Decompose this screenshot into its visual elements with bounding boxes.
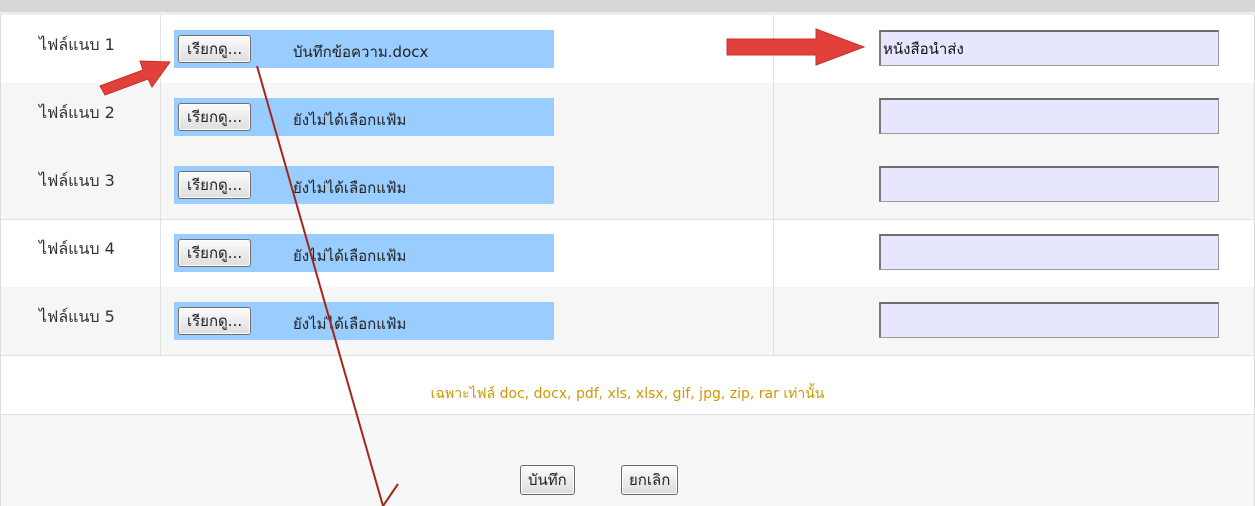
browse-button[interactable]: เรียกดู... [178,171,252,199]
attachment-label-cell: ไฟล์แนบ 5 [1,287,161,355]
attachment-label: ไฟล์แนบ 2 [39,103,115,122]
attachment-label-cell: ไฟล์แนบ 4 [1,219,161,287]
window-top-border [0,0,1255,12]
attachment-form: ไฟล์แนบ 1 เรียกดู... บันทึกข้อความ.docx … [0,15,1255,506]
file-picker[interactable]: เรียกดู... ยังไม่ได้เลือกแฟ้ม [174,98,554,136]
attachment-label: ไฟล์แนบ 3 [39,171,115,190]
allowed-file-types-row: เฉพาะไฟล์ doc, docx, pdf, xls, xlsx, gif… [1,359,1254,415]
attachment-label: ไฟล์แนบ 4 [39,239,115,258]
allowed-file-types-note: เฉพาะไฟล์ doc, docx, pdf, xls, xlsx, gif… [430,386,825,402]
file-picker[interactable]: เรียกดู... ยังไม่ได้เลือกแฟ้ม [174,234,554,272]
attachment-label-cell: ไฟล์แนบ 3 [1,151,161,219]
attachment-description-input-3[interactable] [879,166,1219,202]
file-picker[interactable]: เรียกดู... ยังไม่ได้เลือกแฟ้ม [174,166,554,204]
selected-file-name: ยังไม่ได้เลือกแฟ้ม [293,315,407,333]
attachment-description-input-2[interactable] [879,98,1219,134]
selected-file-name: ยังไม่ได้เลือกแฟ้ม [293,247,407,265]
selected-file-name: ยังไม่ได้เลือกแฟ้ม [293,111,407,129]
attachment-file-cell: เรียกดู... บันทึกข้อความ.docx [161,15,774,83]
attachment-file-cell: เรียกดู... ยังไม่ได้เลือกแฟ้ม [161,287,774,355]
selected-file-name: ยังไม่ได้เลือกแฟ้ม [293,179,407,197]
save-button[interactable]: บันทึก [520,465,575,495]
attachment-description-input-5[interactable] [879,302,1219,338]
attachment-label-cell: ไฟล์แนบ 2 [1,83,161,151]
browse-button[interactable]: เรียกดู... [178,307,252,335]
file-picker[interactable]: เรียกดู... ยังไม่ได้เลือกแฟ้ม [174,302,554,340]
attachment-file-cell: เรียกดู... ยังไม่ได้เลือกแฟ้ม [161,151,774,219]
attachment-label: ไฟล์แนบ 1 [39,35,115,54]
attachment-file-cell: เรียกดู... ยังไม่ได้เลือกแฟ้ม [161,83,774,151]
browse-button[interactable]: เรียกดู... [178,35,252,63]
browse-button[interactable]: เรียกดู... [178,103,252,131]
attachment-file-cell: เรียกดู... ยังไม่ได้เลือกแฟ้ม [161,219,774,287]
selected-file-name: บันทึกข้อความ.docx [293,43,429,61]
cancel-button[interactable]: ยกเลิก [621,465,679,495]
attachment-description-input-4[interactable] [879,234,1219,270]
file-picker[interactable]: เรียกดู... บันทึกข้อความ.docx [174,30,554,68]
attachment-description-input-1[interactable] [879,30,1219,66]
browse-button[interactable]: เรียกดู... [178,239,252,267]
attachment-label-cell: ไฟล์แนบ 1 [1,15,161,83]
attachment-label: ไฟล์แนบ 5 [39,307,115,326]
